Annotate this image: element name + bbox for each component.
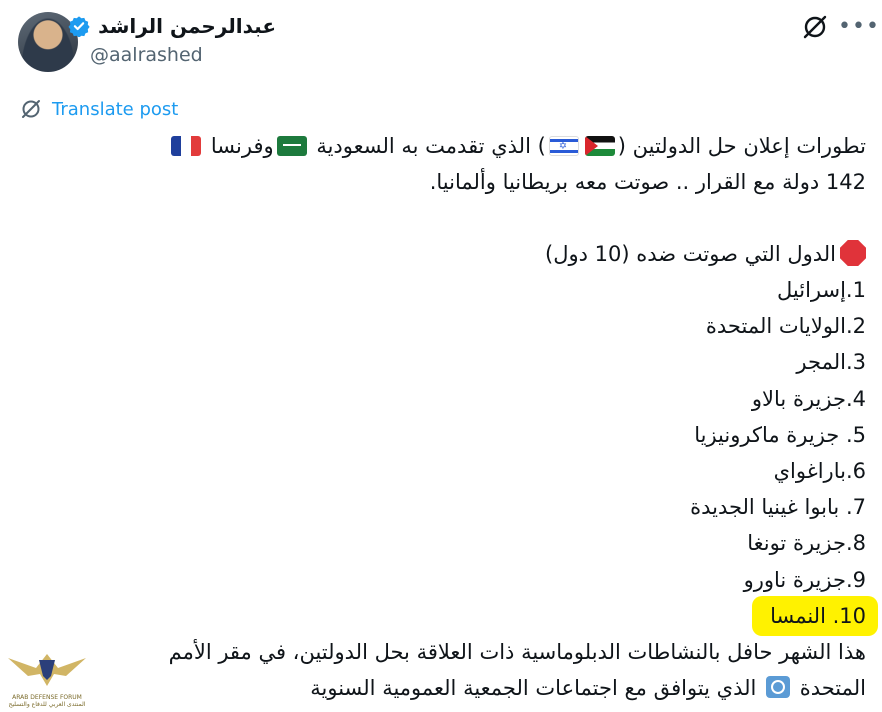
stop-sign-icon — [840, 240, 866, 266]
list-item-highlighted: 10. النمسا — [770, 603, 866, 628]
against-heading: الدول التي صوتت ضده (10 دول) — [6, 236, 866, 272]
post-text-segment: ) الذي تقدمت به السعودية — [309, 134, 546, 158]
against-heading-text: الدول التي صوتت ضده (10 دول) — [545, 242, 836, 266]
list-item: 7. بابوا غينيا الجديدة — [690, 495, 866, 520]
flag-united-nations-icon — [766, 675, 791, 698]
list-item: 3.المجر — [796, 350, 866, 375]
post-text-segment: وفرنسا — [204, 134, 274, 158]
more-icon[interactable]: ••• — [838, 14, 879, 39]
flag-saudi-arabia-icon — [276, 136, 307, 156]
grok-icon[interactable] — [800, 12, 830, 42]
display-name[interactable]: عبدالرحمن الراشد — [98, 14, 276, 38]
author-name-row[interactable]: عبدالرحمن الراشد — [68, 14, 276, 38]
post-line-1: تطورات إعلان حل الدولتين ( ✡) الذي تقدمت … — [6, 128, 866, 164]
closing-line-2: المتحدة الذي يتوافق مع اجتماعات الجمعية … — [6, 670, 866, 706]
watermark-text-1: ARAB DEFENSE FORUM — [12, 694, 82, 701]
post-text-segment: تطورات إعلان حل الدولتين ( — [617, 134, 866, 158]
flag-france-icon — [171, 136, 202, 156]
list-item: 1.إسرائيل — [777, 278, 866, 302]
flag-palestine-icon — [584, 136, 615, 156]
post-text: تطورات إعلان حل الدولتين ( ✡) الذي تقدمت … — [6, 128, 866, 706]
flag-israel-icon: ✡ — [548, 136, 579, 156]
post-text-segment: المتحدة — [793, 675, 866, 700]
list-item: 2.الولايات المتحدة — [705, 314, 866, 339]
list-item: 5. جزيرة ماكرونيزيا — [694, 422, 866, 447]
list-item: 4.جزيرة بالاو — [751, 386, 866, 411]
list-item: 9.جزيرة ناورو — [743, 567, 866, 592]
post-text-segment: الذي يتوافق مع اجتماعات الجمعية العمومية… — [310, 675, 764, 700]
eagle-emblem-icon — [8, 654, 86, 686]
translate-icon — [22, 100, 40, 118]
closing-line-1: هذا الشهر حافل بالنشاطات الدبلوماسية ذات… — [168, 639, 866, 664]
translate-post-link[interactable]: Translate post — [20, 98, 178, 120]
translate-post-label[interactable]: Translate post — [52, 99, 178, 120]
watermark-logo: ARAB DEFENSE FORUM المنتدى العربي للدفاع… — [6, 650, 88, 708]
verified-badge-icon — [68, 16, 90, 37]
list-item: 6.باراغواي — [773, 458, 866, 483]
watermark-text-2: المنتدى العربي للدفاع والتسليح — [8, 701, 86, 708]
list-item: 8.جزيرة تونغا — [747, 531, 866, 556]
handle[interactable]: @aalrashed — [90, 44, 203, 66]
post-line-2: 142 دولة مع القرار .. صوتت معه بريطانيا … — [429, 170, 866, 194]
